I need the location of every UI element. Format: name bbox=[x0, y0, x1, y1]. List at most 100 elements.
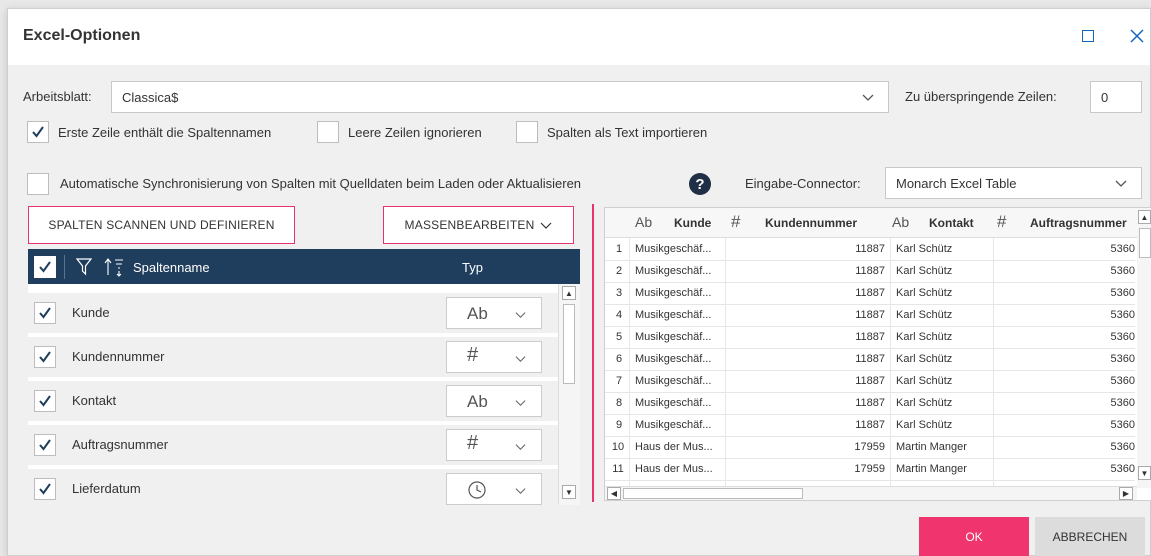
column-type-select[interactable] bbox=[446, 473, 542, 505]
checkmark-icon bbox=[39, 439, 51, 451]
clock-icon bbox=[468, 481, 486, 499]
column-checkbox[interactable] bbox=[34, 434, 56, 456]
preview-horizontal-scrollbar[interactable]: ◀ ▶ bbox=[605, 486, 1137, 500]
scroll-left-arrow[interactable]: ◀ bbox=[607, 487, 621, 500]
preview-cell: 11887 bbox=[855, 397, 885, 409]
preview-cell: 5360 bbox=[1110, 309, 1135, 321]
chevron-down-icon bbox=[515, 356, 526, 363]
preview-cell: 5360 bbox=[1110, 375, 1135, 387]
preview-cell: Musikgeschäf... bbox=[635, 287, 712, 299]
column-table-scrollbar[interactable]: ▲ ▼ bbox=[558, 284, 580, 505]
preview-cell: Musikgeschäf... bbox=[635, 353, 712, 365]
column-definition-table: Spaltenname Typ Kunde Ab Kundennummer # … bbox=[28, 249, 580, 505]
preview-header-cell[interactable]: Kontakt bbox=[929, 216, 974, 230]
preview-cell: 11887 bbox=[855, 309, 885, 321]
checkmark-icon bbox=[39, 395, 51, 407]
column-row: Kunde Ab bbox=[28, 293, 570, 333]
preview-header-cell[interactable]: Auftragsnummer bbox=[1030, 216, 1127, 230]
panel-divider[interactable] bbox=[592, 204, 594, 502]
checkmark-icon bbox=[39, 261, 51, 273]
column-row: Kundennummer # bbox=[28, 337, 570, 377]
close-button[interactable] bbox=[1125, 24, 1149, 48]
bulk-edit-button[interactable]: MASSENBEARBEITEN bbox=[383, 206, 574, 244]
preview-cell: 17959 bbox=[854, 441, 885, 453]
skip-rows-input[interactable]: 0 bbox=[1090, 81, 1142, 113]
preview-cell: 11887 bbox=[855, 353, 885, 365]
preview-row: 9 Musikgeschäf... 11887 Karl Schütz 5360 bbox=[605, 415, 1135, 437]
maximize-icon bbox=[1082, 30, 1094, 42]
column-type-select[interactable]: Ab bbox=[446, 297, 542, 329]
first-row-checkbox[interactable] bbox=[27, 121, 49, 143]
preview-cell: 11887 bbox=[855, 331, 885, 343]
column-checkbox[interactable] bbox=[34, 346, 56, 368]
column-type-select[interactable]: # bbox=[446, 341, 542, 373]
preview-row: 3 Musikgeschäf... 11887 Karl Schütz 5360 bbox=[605, 283, 1135, 305]
scroll-up-arrow[interactable]: ▲ bbox=[562, 286, 576, 300]
ok-button[interactable]: OK bbox=[919, 517, 1029, 556]
preview-cell: 11887 bbox=[855, 375, 885, 387]
chevron-down-icon bbox=[515, 312, 526, 319]
maximize-button[interactable] bbox=[1076, 24, 1100, 48]
header-column-name: Spaltenname bbox=[133, 260, 210, 275]
column-name: Kontakt bbox=[72, 393, 117, 408]
preview-cell: Karl Schütz bbox=[896, 353, 953, 365]
column-checkbox[interactable] bbox=[34, 478, 56, 500]
scroll-up-arrow[interactable]: ▲ bbox=[1138, 210, 1151, 224]
preview-vertical-scrollbar[interactable]: ▲ ▼ bbox=[1137, 208, 1151, 488]
text-type-icon: Ab bbox=[467, 392, 488, 411]
row-number: 8 bbox=[615, 397, 623, 409]
help-icon[interactable]: ? bbox=[689, 173, 711, 195]
text-type-icon: Ab bbox=[635, 214, 653, 230]
row-number: 5 bbox=[615, 331, 623, 343]
text-type-icon: Ab bbox=[892, 214, 910, 230]
preview-cell: 11887 bbox=[855, 287, 885, 299]
preview-row: 2 Musikgeschäf... 11887 Karl Schütz 5360 bbox=[605, 261, 1135, 283]
preview-row: 11 Haus der Mus... 17959 Martin Manger 5… bbox=[605, 459, 1135, 481]
checkmark-icon bbox=[39, 307, 51, 319]
column-name: Kundennummer bbox=[72, 349, 165, 364]
scroll-thumb[interactable] bbox=[1139, 228, 1151, 258]
chevron-down-icon bbox=[541, 222, 552, 229]
as-text-checkbox[interactable] bbox=[516, 121, 538, 143]
sheet-select[interactable]: Classica$ bbox=[111, 81, 889, 113]
column-row: Lieferdatum bbox=[28, 469, 570, 505]
preview-header: Ab Kunde # Kundennummer Ab Kontakt # Auf… bbox=[605, 208, 1151, 238]
sheet-value: Classica$ bbox=[122, 89, 179, 105]
title-bar: Excel-Optionen bbox=[8, 9, 1150, 65]
chevron-down-icon bbox=[515, 400, 526, 407]
column-name: Auftragsnummer bbox=[72, 437, 169, 452]
connector-select[interactable]: Monarch Excel Table bbox=[885, 167, 1142, 199]
preview-header-cell[interactable]: Kunde bbox=[674, 216, 711, 230]
preview-row: 8 Musikgeschäf... 11887 Karl Schütz 5360 bbox=[605, 393, 1135, 415]
preview-cell: 11887 bbox=[855, 243, 885, 255]
data-preview-grid: Ab Kunde # Kundennummer Ab Kontakt # Auf… bbox=[604, 207, 1151, 501]
preview-header-cell[interactable]: Kundennummer bbox=[765, 216, 857, 230]
preview-row: 7 Musikgeschäf... 11887 Karl Schütz 5360 bbox=[605, 371, 1135, 393]
scroll-down-arrow[interactable]: ▼ bbox=[1138, 466, 1151, 480]
scroll-right-arrow[interactable]: ▶ bbox=[1119, 487, 1133, 500]
scroll-thumb[interactable] bbox=[563, 304, 575, 384]
column-type-select[interactable]: # bbox=[446, 429, 542, 461]
column-checkbox[interactable] bbox=[34, 390, 56, 412]
column-checkbox[interactable] bbox=[34, 302, 56, 324]
preview-cell: 11887 bbox=[855, 265, 885, 277]
preview-cell: 5360 bbox=[1110, 331, 1135, 343]
cancel-button[interactable]: ABBRECHEN bbox=[1035, 517, 1145, 556]
column-type-select[interactable]: Ab bbox=[446, 385, 542, 417]
scan-columns-button[interactable]: SPALTEN SCANNEN UND DEFINIEREN bbox=[28, 206, 295, 244]
auto-sync-label: Automatische Synchronisierung von Spalte… bbox=[60, 176, 582, 191]
row-number: 3 bbox=[615, 287, 623, 299]
scroll-down-arrow[interactable]: ▼ bbox=[562, 485, 576, 499]
preview-cell: 5360 bbox=[1110, 419, 1135, 431]
filter-icon[interactable] bbox=[76, 258, 92, 276]
row-number: 1 bbox=[615, 243, 623, 255]
sort-icon[interactable] bbox=[104, 257, 126, 277]
select-all-checkbox[interactable] bbox=[34, 256, 56, 278]
preview-cell: 5360 bbox=[1110, 397, 1135, 409]
sheet-label: Arbeitsblatt: bbox=[23, 89, 92, 104]
row-number: 7 bbox=[615, 375, 623, 387]
auto-sync-checkbox[interactable] bbox=[27, 173, 49, 195]
scroll-thumb[interactable] bbox=[623, 488, 803, 499]
ignore-empty-checkbox[interactable] bbox=[317, 121, 339, 143]
number-type-icon: # bbox=[997, 212, 1007, 231]
